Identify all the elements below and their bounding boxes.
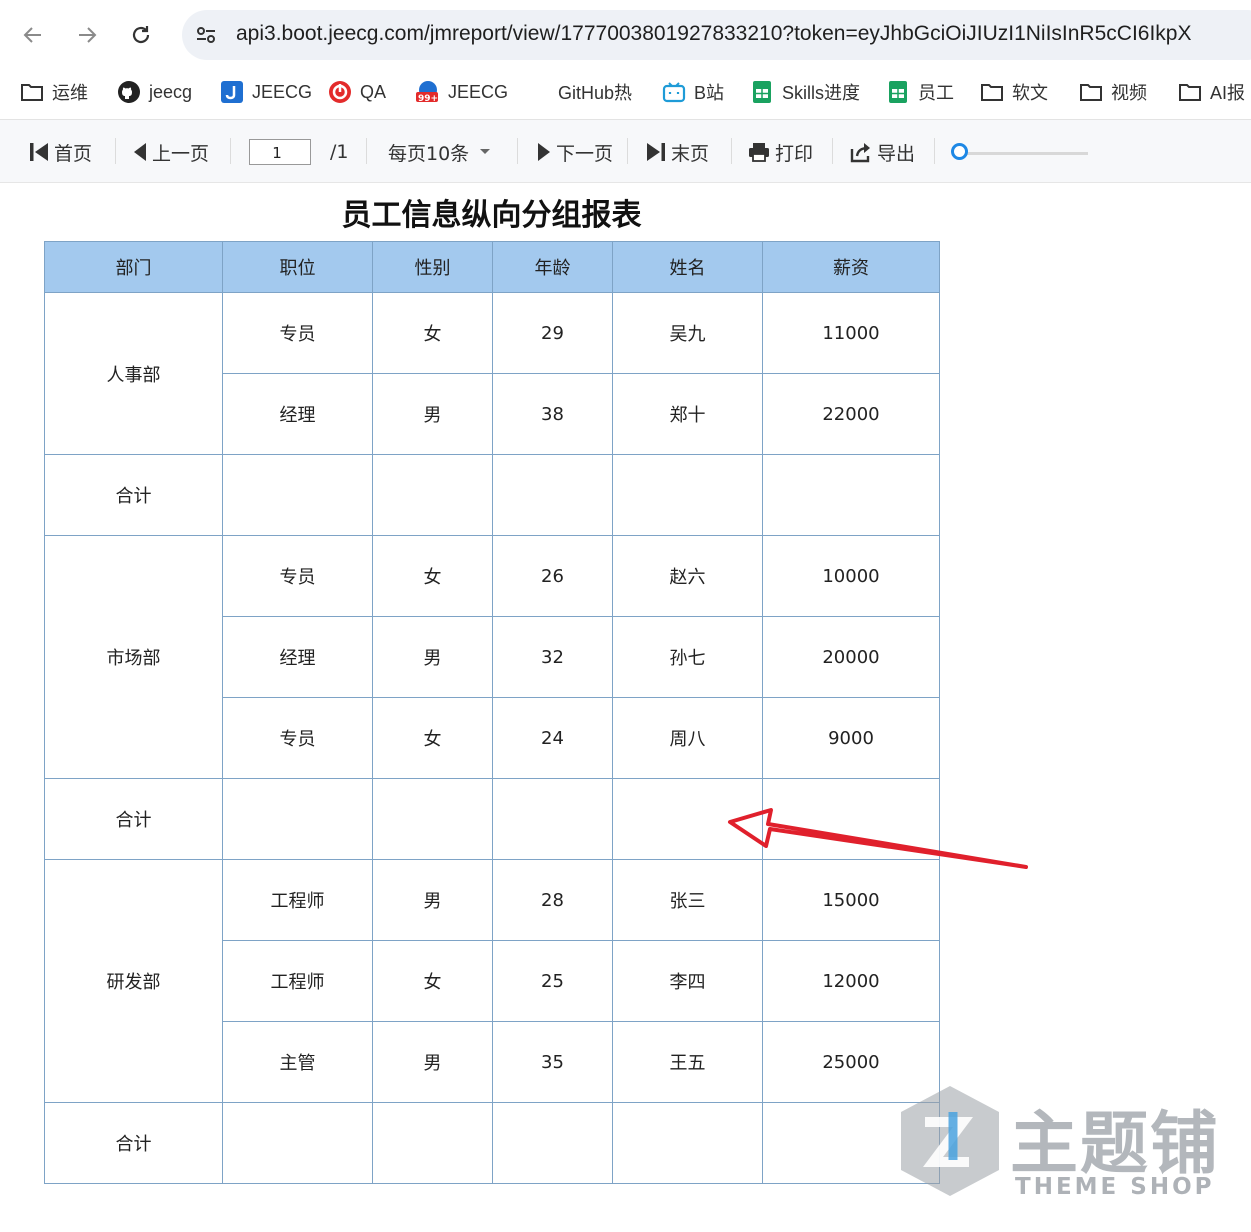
watermark-logo: 主题铺 THEME SHOP [895,1082,1235,1212]
annotation-arrow [728,808,1028,869]
theme-shop-logo-icon [901,1086,999,1196]
watermark-en: THEME SHOP [1015,1174,1215,1200]
watermark-cn: 主题铺 [1010,1105,1221,1184]
